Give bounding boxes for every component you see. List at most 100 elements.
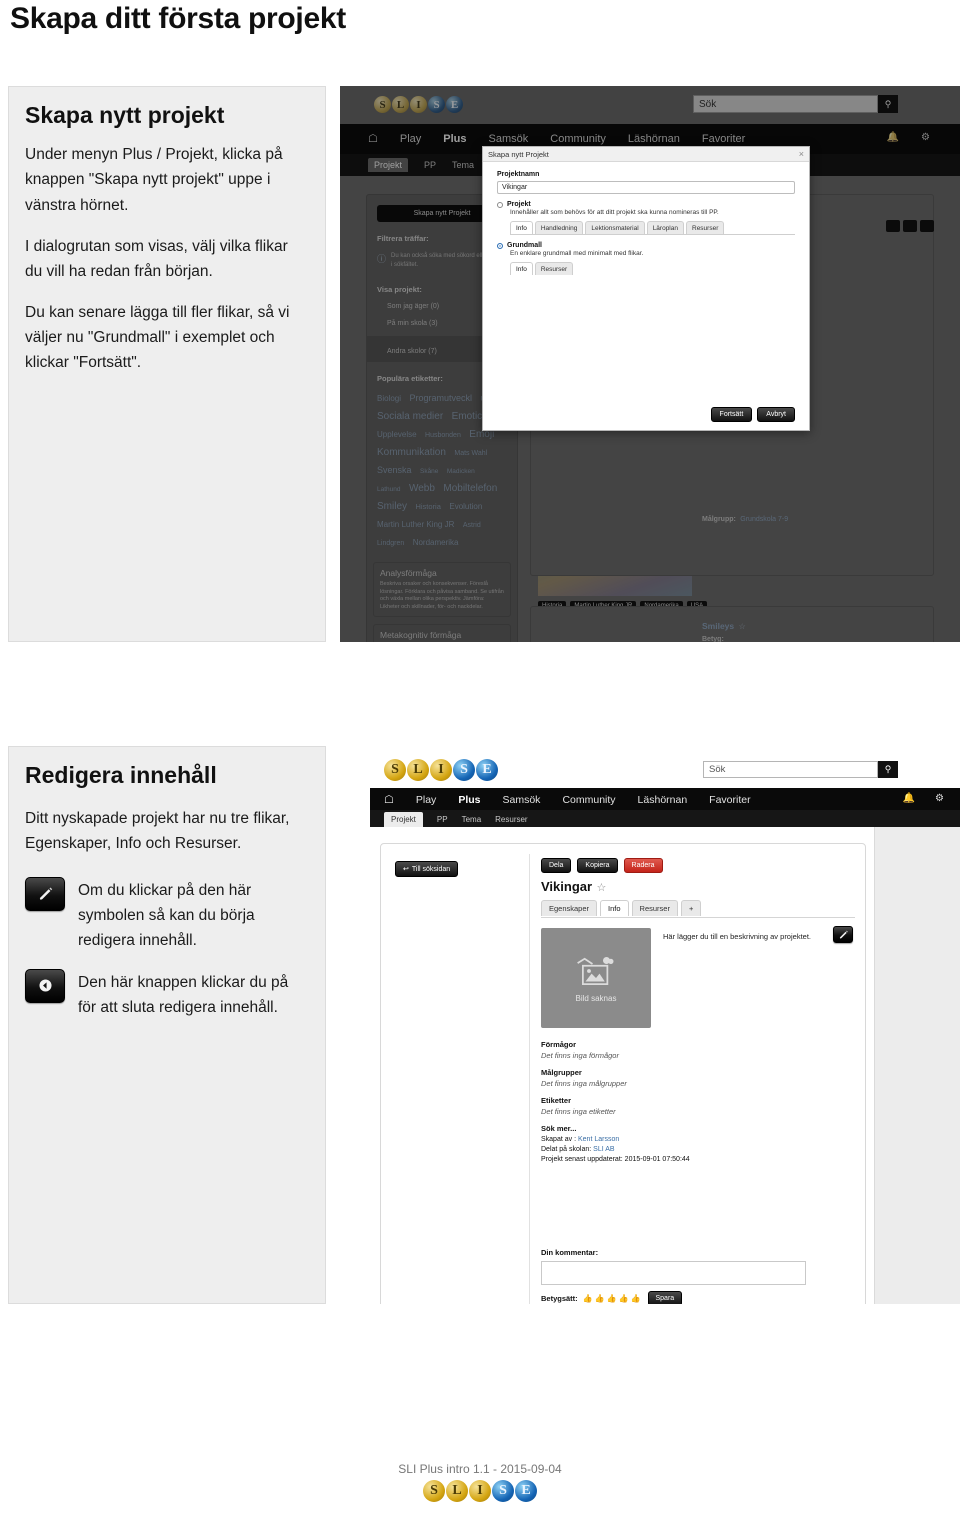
- gear-icon[interactable]: ⚙: [921, 132, 930, 143]
- tag[interactable]: Skåne: [420, 468, 438, 475]
- smileys-title[interactable]: Smileys: [702, 621, 734, 631]
- shot2-nav-plus[interactable]: Plus: [458, 794, 480, 806]
- gear-icon-2[interactable]: ⚙: [935, 793, 944, 804]
- tag[interactable]: Lathund: [377, 486, 401, 493]
- comment-input[interactable]: [541, 1261, 806, 1285]
- dialog-tab-handledning[interactable]: Handledning: [534, 221, 584, 234]
- smileys-rating-label: Betyg:: [702, 636, 724, 642]
- tag[interactable]: Madicken: [447, 468, 475, 475]
- shot1-subnav-tema[interactable]: Tema: [452, 160, 474, 170]
- tag[interactable]: Nordamerika: [413, 538, 459, 547]
- radio-projekt[interactable]: [497, 201, 503, 208]
- shot1-nav-samsok[interactable]: Samsök: [489, 133, 529, 145]
- shot2-subnav-projekt[interactable]: Projekt: [384, 812, 423, 827]
- tag[interactable]: Sociala medier: [377, 411, 443, 422]
- shared-value[interactable]: SLI AB: [593, 1146, 614, 1153]
- dialog-tab-info-2[interactable]: Info: [510, 262, 533, 275]
- favorite-star-icon[interactable]: ☆: [597, 882, 607, 894]
- shot2-subnav-tema[interactable]: Tema: [462, 815, 482, 824]
- shot1-subnav-projekt[interactable]: Projekt: [368, 158, 409, 172]
- back-arrow-icon[interactable]: [25, 968, 65, 1003]
- save-comment-button[interactable]: Spara: [647, 1291, 683, 1304]
- section2-card: Redigera innehåll Ditt nyskapade projekt…: [8, 746, 326, 1304]
- rating-thumbs[interactable]: 👍👍👍👍👍: [583, 1294, 643, 1303]
- meta-heading-etiketter: Etiketter: [541, 1096, 572, 1105]
- shot2-nav-community[interactable]: Community: [562, 794, 615, 806]
- home-icon-2[interactable]: ☖: [384, 793, 394, 806]
- grid-view-icon[interactable]: [920, 220, 934, 232]
- tag[interactable]: Svenska: [377, 465, 412, 475]
- tag[interactable]: Kommunikation: [377, 447, 446, 458]
- pencil-icon[interactable]: [25, 876, 65, 911]
- tag[interactable]: Biologi: [377, 394, 401, 403]
- share-button[interactable]: Dela: [541, 858, 572, 873]
- tab-egenskaper[interactable]: Egenskaper: [541, 900, 598, 916]
- shot1-nav-community[interactable]: Community: [550, 133, 606, 145]
- shot2-nav-lashornan[interactable]: Läshörnan: [638, 794, 688, 806]
- shot2-subnav-resurser[interactable]: Resurser: [495, 815, 527, 824]
- tab-add[interactable]: +: [680, 900, 702, 916]
- project-title: Vikingar: [541, 879, 593, 894]
- shot2-search-input[interactable]: Sök: [703, 761, 878, 778]
- section2-row-edit-text: Om du klickar på den här symbolen så kan…: [78, 881, 255, 949]
- tab-resurser[interactable]: Resurser: [631, 900, 678, 916]
- bell-icon-2[interactable]: 🔔: [903, 793, 915, 804]
- usa-target-value[interactable]: Grundskola 7-9: [740, 516, 788, 523]
- dialog-tab-laroplan[interactable]: Läroplan: [646, 221, 684, 234]
- option-projekt-row[interactable]: Projekt: [497, 201, 795, 208]
- option-projekt-description: Innehåller allt som behövs för att ditt …: [510, 209, 719, 216]
- tag[interactable]: Martin Luther King JR: [377, 520, 454, 529]
- home-icon[interactable]: ☖: [368, 132, 378, 145]
- meta-heading-formagor: Förmågor: [541, 1040, 577, 1049]
- project-title-row: Vikingar ☆: [541, 878, 606, 896]
- tag[interactable]: Mobiltelefon: [443, 483, 497, 494]
- cancel-button[interactable]: Avbryt: [757, 407, 795, 422]
- tag[interactable]: Upplevelse: [377, 430, 417, 439]
- star-icon[interactable]: ☆: [739, 622, 746, 631]
- tag[interactable]: Programutveckl: [409, 393, 472, 403]
- dialog-tab-info[interactable]: Info: [510, 221, 533, 234]
- shot2-nav-play[interactable]: Play: [416, 794, 436, 806]
- tag[interactable]: Mats Wahl: [454, 450, 487, 457]
- shot2-nav-favoriter[interactable]: Favoriter: [709, 794, 750, 806]
- tab-info[interactable]: Info: [600, 900, 629, 916]
- tag[interactable]: Smiley: [377, 501, 407, 512]
- tag[interactable]: Webb: [409, 483, 435, 494]
- dialog-tab-resurser[interactable]: Resurser: [686, 221, 725, 234]
- tag[interactable]: Husbonden: [425, 432, 461, 439]
- shot1-nav-play[interactable]: Play: [400, 133, 421, 145]
- copy-button[interactable]: Kopiera: [577, 858, 618, 873]
- shot1-nav-favoriter[interactable]: Favoriter: [702, 133, 745, 145]
- continue-button[interactable]: Fortsätt: [710, 407, 753, 422]
- close-icon[interactable]: ×: [799, 149, 804, 159]
- detail-view-icon[interactable]: [903, 220, 917, 232]
- shot2-subnav-pp[interactable]: PP: [437, 815, 448, 824]
- shot1-subnav-pp[interactable]: PP: [424, 160, 436, 170]
- dialog-body: Projektnamn Vikingar Projekt Innehåller …: [483, 162, 809, 290]
- dialog-tab-resurser-2[interactable]: Resurser: [534, 262, 574, 275]
- shot1-nav-plus[interactable]: Plus: [443, 133, 466, 145]
- section2-row-back: Den här knappen klickar du på för att sl…: [25, 968, 309, 1020]
- radio-grundmall[interactable]: [497, 242, 503, 249]
- option-grundmall-row[interactable]: Grundmall: [497, 242, 795, 249]
- dialog-tab-lektionsmaterial[interactable]: Lektionsmaterial: [585, 221, 645, 234]
- project-name-input[interactable]: Vikingar: [497, 181, 795, 194]
- back-to-search-button[interactable]: ↩ Till söksidan: [395, 858, 459, 877]
- ability-title: Metakognitiv förmåga: [380, 630, 462, 641]
- shot1-nav-lashornan[interactable]: Läshörnan: [628, 133, 680, 145]
- edit-description-icon[interactable]: [833, 926, 853, 943]
- tag[interactable]: Evolution: [449, 502, 482, 511]
- shot2-nav-samsok[interactable]: Samsök: [503, 794, 541, 806]
- project-image-placeholder[interactable]: Bild saknas: [541, 928, 651, 1028]
- shot2-search-icon[interactable]: ⚲: [878, 761, 898, 778]
- tag[interactable]: Historia: [415, 502, 440, 511]
- list-view-icon[interactable]: [886, 220, 900, 232]
- shot1-search-input[interactable]: Sök: [693, 95, 878, 113]
- shot1-search-icon[interactable]: ⚲: [878, 95, 898, 113]
- section2-row-back-text: Den här knappen klickar du på för att sl…: [78, 973, 289, 1016]
- bell-icon[interactable]: 🔔: [887, 132, 899, 143]
- more-label: Sök mer...: [541, 1124, 577, 1133]
- tag[interactable]: Emoji: [469, 429, 494, 440]
- delete-button[interactable]: Radera: [623, 858, 663, 873]
- created-by-value[interactable]: Kent Larsson: [578, 1136, 619, 1143]
